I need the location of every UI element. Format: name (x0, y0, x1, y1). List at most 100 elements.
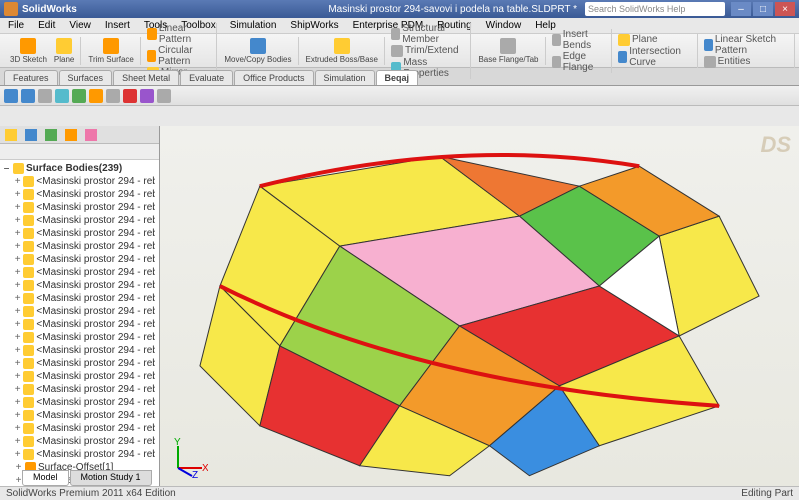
tab-evaluate[interactable]: Evaluate (180, 70, 233, 85)
expand-icon[interactable]: + (14, 397, 21, 408)
hide-show-icon[interactable] (106, 89, 120, 103)
tree-item[interactable]: +<Masinski prostor 294 - rebra i p (0, 357, 159, 370)
expand-icon[interactable]: + (14, 384, 21, 395)
tree-item[interactable]: +<Masinski prostor 294 - rebra i p (0, 292, 159, 305)
zoom-area-icon[interactable] (21, 89, 35, 103)
menu-insert[interactable]: Insert (99, 20, 136, 31)
bottom-tab-motion-study[interactable]: Motion Study 1 (70, 470, 152, 486)
tab-beqaj[interactable]: Beqaj (376, 70, 419, 85)
plane2-button[interactable]: Plane (616, 34, 660, 46)
tree-item[interactable]: +<Masinski prostor 294 - rebra i p (0, 214, 159, 227)
expand-icon[interactable]: + (14, 449, 21, 460)
expand-icon[interactable]: + (14, 306, 21, 317)
view-orient-icon[interactable] (72, 89, 86, 103)
prev-view-icon[interactable] (38, 89, 52, 103)
circular-pattern-button[interactable]: Circular Pattern (145, 45, 213, 67)
trim-surface-button[interactable]: Trim Surface (85, 37, 137, 65)
menu-window[interactable]: Window (480, 20, 528, 31)
linear-pattern-button[interactable]: Linear Pattern (145, 23, 213, 45)
property-manager-tab[interactable] (22, 127, 40, 143)
edit-appearance-icon[interactable] (123, 89, 137, 103)
plane-button[interactable]: Plane (51, 37, 77, 65)
tree-item[interactable]: +<Masinski prostor 294 - rebra i p (0, 240, 159, 253)
tree-item[interactable]: +<Masinski prostor 294 - rebra i p (0, 370, 159, 383)
expand-icon[interactable]: + (14, 267, 21, 278)
tree-item[interactable]: +<Masinski prostor 294 - rebra i p (0, 409, 159, 422)
orientation-triad-icon[interactable]: Y X Z (168, 438, 208, 478)
tree-item[interactable]: +<Masinski prostor 294 - rebra i p (0, 201, 159, 214)
expand-icon[interactable]: + (14, 280, 21, 291)
feature-tree-tab[interactable] (2, 127, 20, 143)
config-manager-tab[interactable] (42, 127, 60, 143)
tree-item[interactable]: +<Masinski prostor 294 - rebra i p (0, 435, 159, 448)
view-settings-icon[interactable] (157, 89, 171, 103)
linear-sketch-pattern-button[interactable]: Linear Sketch Pattern (702, 34, 791, 56)
tab-office-products[interactable]: Office Products (234, 70, 313, 85)
maximize-button[interactable]: □ (753, 2, 773, 16)
dim-expert-tab[interactable] (62, 127, 80, 143)
structural-member-button[interactable]: Structural Member (389, 23, 467, 45)
tree-item[interactable]: +<Masinski prostor 294 - rebra i p (0, 422, 159, 435)
entities-button[interactable]: Entities (702, 56, 753, 68)
expand-icon[interactable]: + (14, 228, 21, 239)
minimize-button[interactable]: – (731, 2, 751, 16)
tree-item[interactable]: +<Masinski prostor 294 - rebra i p (0, 331, 159, 344)
section-view-icon[interactable] (55, 89, 69, 103)
tree-item[interactable]: +<Masinski prostor 294 - rebra i p (0, 318, 159, 331)
expand-icon[interactable]: – (2, 163, 11, 174)
move-copy-button[interactable]: Move/Copy Bodies (221, 37, 294, 65)
menu-edit[interactable]: Edit (32, 20, 61, 31)
expand-icon[interactable]: + (14, 410, 21, 421)
tree-item[interactable]: +<Masinski prostor 294 - rebra i p (0, 279, 159, 292)
close-button[interactable]: × (775, 2, 795, 16)
intersection-curve-button[interactable]: Intersection Curve (616, 46, 694, 68)
tree-item[interactable]: +<Masinski prostor 294 - rebra i p (0, 266, 159, 279)
insert-bends-button[interactable]: Insert Bends (550, 29, 608, 51)
expand-icon[interactable]: + (14, 371, 21, 382)
sketch-3d-button[interactable]: 3D Sketch (7, 37, 50, 65)
tree-item[interactable]: +<Masinski prostor 294 - rebra i p (0, 448, 159, 461)
trim-extend-button[interactable]: Trim/Extend (389, 45, 461, 57)
expand-icon[interactable]: + (14, 436, 21, 447)
tree-item[interactable]: +<Masinski prostor 294 - rebra i p (0, 175, 159, 188)
graphics-viewport[interactable]: DS Y X (160, 126, 799, 486)
display-manager-tab[interactable] (82, 127, 100, 143)
expand-icon[interactable]: + (14, 189, 21, 200)
zoom-fit-icon[interactable] (4, 89, 18, 103)
tree-item[interactable]: +<Masinski prostor 294 - rebra i p (0, 383, 159, 396)
expand-icon[interactable]: + (14, 202, 21, 213)
tab-features[interactable]: Features (4, 70, 58, 85)
bottom-tab-model[interactable]: Model (22, 470, 69, 486)
expand-icon[interactable]: + (14, 332, 21, 343)
menu-simulation[interactable]: Simulation (224, 20, 283, 31)
tree-item[interactable]: +<Masinski prostor 294 - rebra i p (0, 253, 159, 266)
expand-icon[interactable]: + (14, 358, 21, 369)
tree-item[interactable]: +<Masinski prostor 294 - rebra i p (0, 188, 159, 201)
tree-item[interactable]: +<Masinski prostor 294 - rebra i p (0, 227, 159, 240)
display-style-icon[interactable] (89, 89, 103, 103)
help-search-input[interactable]: Search SolidWorks Help (585, 2, 725, 16)
expand-icon[interactable]: + (14, 176, 21, 187)
tab-simulation[interactable]: Simulation (315, 70, 375, 85)
tree-item[interactable]: +<Masinski prostor 294 - rebra i p (0, 396, 159, 409)
menu-view[interactable]: View (63, 20, 97, 31)
edge-flange-button[interactable]: Edge Flange (550, 51, 608, 73)
panel-filter[interactable] (0, 144, 159, 160)
menu-shipworks[interactable]: ShipWorks (284, 20, 344, 31)
extruded-boss-button[interactable]: Extruded Boss/Base (303, 37, 381, 65)
apply-scene-icon[interactable] (140, 89, 154, 103)
expand-icon[interactable]: + (14, 319, 21, 330)
menu-file[interactable]: File (2, 20, 30, 31)
tree-item[interactable]: +<Masinski prostor 294 - rebra i p (0, 344, 159, 357)
expand-icon[interactable]: + (14, 254, 21, 265)
expand-icon[interactable]: + (14, 215, 21, 226)
expand-icon[interactable]: + (14, 423, 21, 434)
expand-icon[interactable]: + (14, 241, 21, 252)
tab-sheet-metal[interactable]: Sheet Metal (113, 70, 179, 85)
tree-item[interactable]: +<Masinski prostor 294 - rebra i p (0, 305, 159, 318)
feature-tree[interactable]: – Surface Bodies(239) +<Masinski prostor… (0, 160, 159, 486)
expand-icon[interactable]: + (14, 293, 21, 304)
expand-icon[interactable]: + (14, 345, 21, 356)
tab-surfaces[interactable]: Surfaces (59, 70, 113, 85)
tree-root-surface-bodies[interactable]: – Surface Bodies(239) (0, 162, 159, 175)
